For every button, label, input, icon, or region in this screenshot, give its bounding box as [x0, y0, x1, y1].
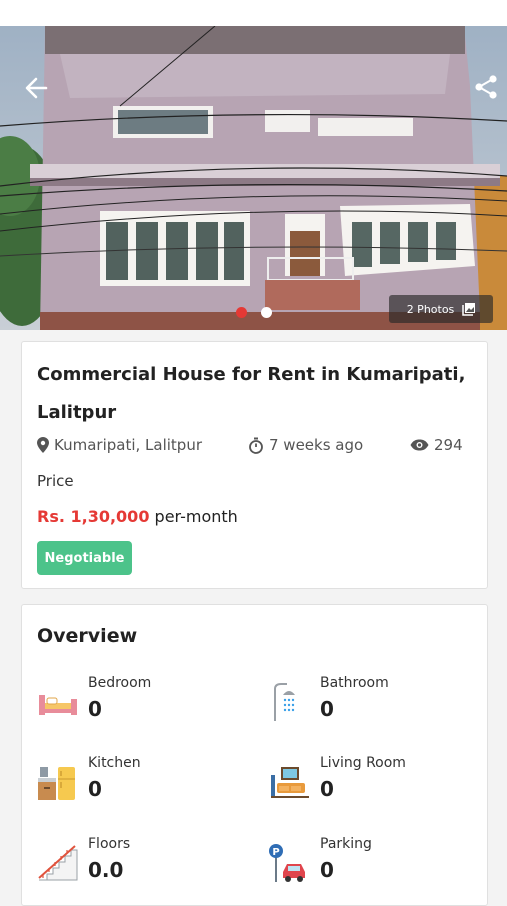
overview-value: 0	[88, 697, 102, 721]
photo-count-badge[interactable]: 2 Photos	[389, 295, 493, 323]
share-icon	[475, 75, 497, 99]
overview-value: 0	[320, 777, 334, 801]
photo-carousel[interactable]	[0, 26, 507, 330]
overview-kitchen: Kitchen 0	[37, 755, 237, 815]
price-amount: Rs. 1,30,000	[37, 507, 150, 526]
price: Rs. 1,30,000 per-month	[37, 507, 238, 526]
overview-label: Kitchen	[88, 755, 141, 771]
location-pin-icon	[37, 437, 49, 453]
location-text: Kumaripati, Lalitpur	[54, 436, 202, 454]
kitchen-icon	[38, 767, 75, 800]
overview-parking: P Parking 0	[269, 836, 469, 896]
overview-label: Floors	[88, 836, 131, 852]
carousel-dot-active[interactable]	[236, 307, 247, 318]
overview-card: Overview Bedroom 0 Bathroom 0 Kitchen 0 …	[21, 604, 488, 906]
overview-label: Bedroom	[88, 675, 152, 691]
listing-title: Commercial House for Rent in Kumaripati,…	[37, 364, 466, 423]
price-label: Price	[37, 472, 74, 490]
overview-value: 0	[88, 777, 102, 801]
share-button[interactable]	[470, 71, 502, 103]
overview-label: Bathroom	[320, 675, 389, 691]
overview-label: Living Room	[320, 755, 406, 771]
property-photo[interactable]	[0, 26, 507, 330]
bed-icon	[39, 695, 77, 715]
gallery-icon	[462, 302, 476, 316]
negotiable-badge: Negotiable	[37, 541, 132, 575]
posted-time-text: 7 weeks ago	[269, 436, 364, 454]
listing-summary-card: Commercial House for Rent in Kumaripati,…	[21, 341, 488, 589]
view-count: 294	[410, 436, 463, 454]
location: Kumaripati, Lalitpur	[37, 436, 202, 454]
view-count-text: 294	[434, 436, 463, 454]
living-room-icon	[271, 767, 309, 798]
back-button[interactable]	[20, 74, 52, 102]
photo-count-label: 2 Photos	[406, 302, 455, 316]
svg-text:P: P	[272, 847, 279, 858]
overview-value: 0	[320, 858, 334, 882]
parking-icon: P	[269, 844, 305, 882]
overview-title: Overview	[37, 625, 138, 647]
arrow-left-icon	[25, 77, 48, 99]
overview-label: Parking	[320, 836, 372, 852]
overview-bedroom: Bedroom 0	[37, 675, 237, 735]
status-bar	[0, 0, 507, 26]
eye-icon	[410, 439, 429, 451]
posted-time: 7 weeks ago	[248, 436, 363, 454]
price-unit: per-month	[154, 507, 238, 526]
overview-floors: Floors 0.0	[37, 836, 237, 896]
overview-bathroom: Bathroom 0	[269, 675, 469, 735]
carousel-dot[interactable]	[261, 307, 272, 318]
shower-icon	[274, 683, 295, 721]
overview-value: 0	[320, 697, 334, 721]
overview-living-room: Living Room 0	[269, 755, 469, 815]
stairs-icon	[38, 845, 78, 881]
stopwatch-icon	[249, 437, 263, 454]
overview-value: 0.0	[88, 858, 124, 882]
